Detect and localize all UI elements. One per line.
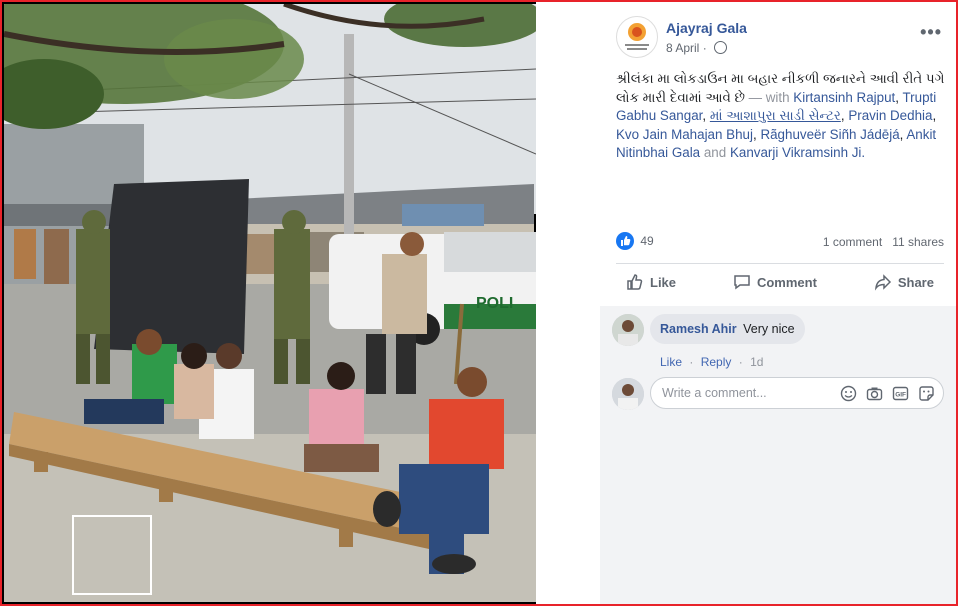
comment-time[interactable]: 1d (750, 355, 763, 369)
post-date[interactable]: 8 April (666, 41, 699, 55)
tag-link[interactable]: Kirtansinh Rajput (793, 90, 895, 105)
photo-selection-square (72, 515, 152, 595)
comment-label: Comment (756, 274, 817, 290)
comment-button[interactable]: Comment (723, 264, 827, 300)
author-name[interactable]: Ajayraj Gala (666, 20, 747, 36)
shares-count[interactable]: 11 shares (892, 235, 944, 249)
comment-bubble: Ramesh Ahir Very nice (650, 314, 805, 344)
post-text: શ્રીલંકા મા લોકડાઉન મા બહાર નીકળી જનારને… (616, 70, 948, 163)
and-label: and (703, 145, 727, 160)
post-actions: Like Comment Share (616, 264, 944, 300)
post-photo[interactable]: POLI (4, 4, 536, 602)
thumbs-up-icon (627, 274, 643, 290)
share-icon (874, 274, 891, 291)
tag-separator: , (840, 108, 845, 123)
current-user-avatar (612, 378, 644, 410)
share-label: Share (897, 274, 934, 290)
comments-count[interactable]: 1 comment (823, 235, 882, 249)
tag-separator: , (932, 108, 937, 123)
separator: · (738, 355, 743, 369)
camera-icon[interactable] (866, 385, 883, 402)
reactions-count[interactable]: 49 (640, 234, 653, 248)
photo-illustration: POLI (4, 4, 536, 602)
globe-icon[interactable] (714, 41, 728, 54)
comment-meta: Like · Reply · 1d (660, 355, 763, 369)
comment-like-link[interactable]: Like (660, 355, 682, 369)
tag-link[interactable]: Rãghuveër Siñh Jádējá (760, 127, 899, 142)
tag-link[interactable]: Kanvarji Vikramsinh Ji. (730, 145, 865, 160)
dot-separator: · (702, 41, 711, 55)
tag-link[interactable]: Kvo Jain Mahajan Bhuj (616, 127, 753, 142)
vehicle-text: POLI (476, 295, 513, 312)
comment-placeholder: Write a comment... (662, 386, 767, 400)
commenter-avatar[interactable] (612, 314, 644, 346)
comment-input[interactable]: Write a comment... GIF (650, 377, 944, 409)
photo-viewer: POLI (2, 2, 536, 604)
sticker-icon[interactable] (918, 385, 935, 402)
post-panel: Ajayraj Gala 8 April · ••• શ્રીલંકા મા લ… (600, 2, 956, 604)
share-button[interactable]: Share (864, 264, 944, 300)
tag-separator: , (752, 126, 757, 142)
tag-separator: , (895, 89, 899, 105)
author-logo-icon (625, 23, 649, 50)
like-reaction-icon[interactable] (616, 232, 634, 250)
like-button[interactable]: Like (616, 264, 686, 300)
comments-section: Ramesh Ahir Very nice Like · Reply · 1d … (600, 306, 956, 604)
comment-icon (734, 275, 750, 290)
gif-icon[interactable]: GIF (892, 385, 909, 402)
author-avatar[interactable] (616, 16, 658, 58)
post-stats: 49 1 comment 11 shares (616, 232, 944, 254)
post-header: Ajayraj Gala 8 April · ••• (616, 16, 946, 60)
commenter-name[interactable]: Ramesh Ahir (660, 322, 737, 336)
tag-link[interactable]: માં આશાપુરા સાડી સેન્ટર (710, 108, 841, 123)
comment-text: Very nice (743, 322, 795, 336)
like-label: Like (650, 274, 677, 290)
tag-separator: , (702, 108, 707, 123)
emoji-icon[interactable] (840, 385, 857, 402)
tag-separator: , (899, 126, 904, 142)
svg-text:GIF: GIF (895, 392, 906, 399)
with-label: — with (748, 89, 790, 105)
comment-reply-link[interactable]: Reply (701, 355, 732, 369)
more-options-icon[interactable]: ••• (920, 22, 942, 43)
tag-link[interactable]: Pravin Dedhia (848, 108, 932, 123)
page-frame: POLI Ajayraj Gala 8 April · ••• શ્રીલંકા… (0, 0, 958, 606)
post-meta: 8 April · (666, 41, 728, 55)
comments-shares: 1 comment 11 shares (823, 235, 944, 249)
separator: · (689, 355, 694, 369)
composer-icons: GIF (840, 385, 935, 402)
